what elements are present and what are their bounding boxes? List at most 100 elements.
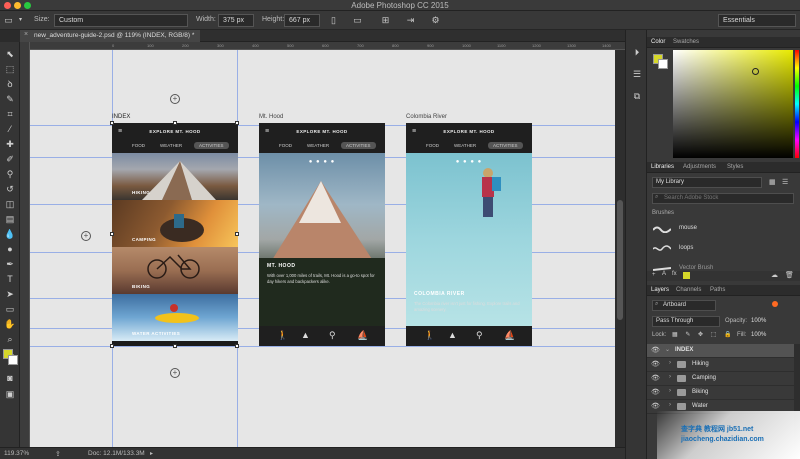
artboard-colombia-river[interactable]: ≡ EXPLORE MT. HOOD FOOD WEATHER ACTIVITI… — [406, 123, 532, 346]
settings-gear-icon[interactable]: ⚙ — [430, 15, 441, 26]
status-menu-chevron-icon[interactable]: ▸ — [150, 450, 153, 457]
transform-handle[interactable] — [173, 344, 177, 348]
visibility-eye-icon[interactable]: 👁 — [651, 346, 660, 354]
artboard-index[interactable]: ≡ EXPLORE MT. HOOD FOOD WEATHER ACTIVITI… — [112, 123, 238, 346]
height-field[interactable]: 667 px — [284, 14, 320, 27]
history-panel-icon[interactable]: ⏵ — [631, 46, 643, 58]
layer-row-hiking[interactable]: 👁 › Hiking — [647, 358, 794, 372]
make-portrait-icon[interactable]: ▯ — [328, 15, 339, 26]
add-artboard-above-icon[interactable]: + — [170, 94, 180, 104]
stock-search-input[interactable]: ⌕ Search Adobe Stock — [652, 193, 794, 204]
pen-tool-icon[interactable]: ✒ — [4, 258, 16, 270]
transform-handle[interactable] — [110, 344, 114, 348]
artboard-panel-icon[interactable]: ⧉ — [631, 90, 643, 102]
quick-select-tool-icon[interactable]: ✎ — [4, 93, 16, 105]
layer-filter-select[interactable]: ⌕ Artboard — [652, 300, 716, 311]
zoom-tool-icon[interactable]: ⌕ — [4, 333, 16, 345]
artboard-label[interactable]: Mt. Hood — [259, 114, 283, 120]
align-icon[interactable]: ⇥ — [405, 15, 416, 26]
document-size[interactable]: Doc: 12.1M/133.3M — [88, 450, 145, 457]
layer-row-biking[interactable]: 👁 › Biking — [647, 386, 794, 400]
width-field[interactable]: 375 px — [218, 14, 254, 27]
tab-paths[interactable]: Paths — [710, 287, 725, 293]
text-style-icon[interactable]: A — [662, 271, 666, 277]
tab-adjustments[interactable]: Adjustments — [683, 164, 716, 170]
eyedropper-tool-icon[interactable]: ⁄ — [4, 123, 16, 135]
visibility-eye-icon[interactable]: 👁 — [651, 374, 660, 382]
collapse-chevron-icon[interactable]: ⌄ — [665, 346, 670, 353]
blur-tool-icon[interactable]: 💧 — [4, 228, 16, 240]
canvas-vertical-scrollbar[interactable] — [615, 50, 625, 447]
artboard-mt-hood[interactable]: ≡ EXPLORE MT. HOOD FOOD WEATHER ACTIVITI… — [259, 123, 385, 346]
transform-handle[interactable] — [173, 121, 177, 125]
artboard-label[interactable]: INDEX — [112, 114, 130, 120]
layer-row-index[interactable]: 👁 ⌄ INDEX — [647, 344, 794, 358]
size-select[interactable]: Custom — [54, 14, 188, 27]
list-view-icon[interactable]: ☰ — [782, 178, 788, 186]
library-select[interactable]: My Library — [652, 177, 762, 188]
properties-panel-icon[interactable]: ☰ — [631, 68, 643, 80]
expand-chevron-icon[interactable]: › — [669, 402, 671, 408]
tab-styles[interactable]: Styles — [727, 164, 743, 170]
transform-handle[interactable] — [235, 232, 239, 236]
brush-item[interactable]: Vector Brush — [651, 261, 796, 271]
brush-item[interactable]: loops — [651, 241, 796, 257]
lock-icons[interactable]: ▦ ✎ ✥ ⬚ 🔒 — [672, 331, 735, 338]
trash-icon[interactable]: 🗑 — [785, 271, 794, 279]
hand-tool-icon[interactable]: ✋ — [4, 318, 16, 330]
marquee-tool-icon[interactable]: ⬚ — [4, 63, 16, 75]
gradient-tool-icon[interactable]: ▤ — [4, 213, 16, 225]
history-brush-tool-icon[interactable]: ↺ — [4, 183, 16, 195]
filter-toggle-icon[interactable] — [772, 301, 778, 307]
cloud-sync-icon[interactable]: ☁ — [771, 271, 778, 279]
add-artboard-left-icon[interactable]: + — [81, 231, 91, 241]
close-tab-icon[interactable]: × — [24, 31, 28, 38]
rectangle-tool-icon[interactable]: ▭ — [4, 303, 16, 315]
expand-chevron-icon[interactable]: › — [669, 388, 671, 394]
document-tab[interactable]: × new_adventure-guide-2.psd @ 119% (INDE… — [20, 30, 201, 42]
transform-handle[interactable] — [110, 121, 114, 125]
color-picker-field[interactable] — [673, 50, 793, 158]
path-select-tool-icon[interactable]: ➤ — [4, 288, 16, 300]
artboard-label[interactable]: Colombia River — [406, 114, 447, 120]
crop-tool-icon[interactable]: ⌗ — [4, 108, 16, 120]
dodge-tool-icon[interactable]: ● — [4, 243, 16, 255]
grid-view-icon[interactable]: ▦ — [769, 178, 776, 186]
quick-mask-icon[interactable]: ◙ — [4, 372, 16, 384]
type-tool-icon[interactable]: T — [4, 273, 16, 285]
lasso-tool-icon[interactable]: ꝺ — [4, 78, 16, 90]
hue-slider[interactable] — [795, 50, 799, 158]
transform-handle[interactable] — [235, 121, 239, 125]
brush-item[interactable]: mouse — [651, 221, 796, 237]
workspace-select[interactable]: Essentials — [718, 14, 796, 27]
healing-brush-tool-icon[interactable]: ✚ — [4, 138, 16, 150]
fill-value[interactable]: 100% — [751, 332, 766, 338]
carousel-dots[interactable]: ● ● ● ● — [406, 159, 532, 165]
layer-style-icon[interactable]: fx — [672, 271, 677, 277]
add-artboard-icon[interactable]: ⊞ — [380, 15, 391, 26]
clone-stamp-tool-icon[interactable]: ⚲ — [4, 168, 16, 180]
expand-chevron-icon[interactable]: › — [669, 360, 671, 366]
tab-color[interactable]: Color — [651, 39, 665, 45]
blend-mode-select[interactable]: Pass Through — [652, 316, 720, 327]
transform-handle[interactable] — [235, 344, 239, 348]
brush-tool-icon[interactable]: ✐ — [4, 153, 16, 165]
artboard-tool-icon[interactable]: ▭ — [3, 15, 14, 26]
zoom-level[interactable]: 119.37% — [4, 450, 29, 457]
move-tool-icon[interactable]: ⬉ — [4, 48, 16, 60]
layer-row-camping[interactable]: 👁 › Camping — [647, 372, 794, 386]
scrollbar-thumb[interactable] — [617, 200, 623, 320]
eraser-tool-icon[interactable]: ◫ — [4, 198, 16, 210]
visibility-eye-icon[interactable]: 👁 — [651, 388, 660, 396]
make-landscape-icon[interactable]: ▭ — [352, 15, 363, 26]
tool-preset-chevron-icon[interactable]: ▾ — [15, 15, 26, 26]
visibility-eye-icon[interactable]: 👁 — [651, 402, 660, 410]
background-color-swatch[interactable] — [8, 355, 18, 365]
tab-swatches[interactable]: Swatches — [673, 39, 699, 45]
share-icon[interactable]: ⇪ — [55, 450, 61, 458]
add-artboard-below-icon[interactable]: + — [170, 368, 180, 378]
tab-channels[interactable]: Channels — [676, 287, 701, 293]
add-content-icon[interactable]: + — [652, 272, 656, 278]
screen-mode-icon[interactable]: ▣ — [4, 388, 16, 400]
transform-handle[interactable] — [110, 232, 114, 236]
